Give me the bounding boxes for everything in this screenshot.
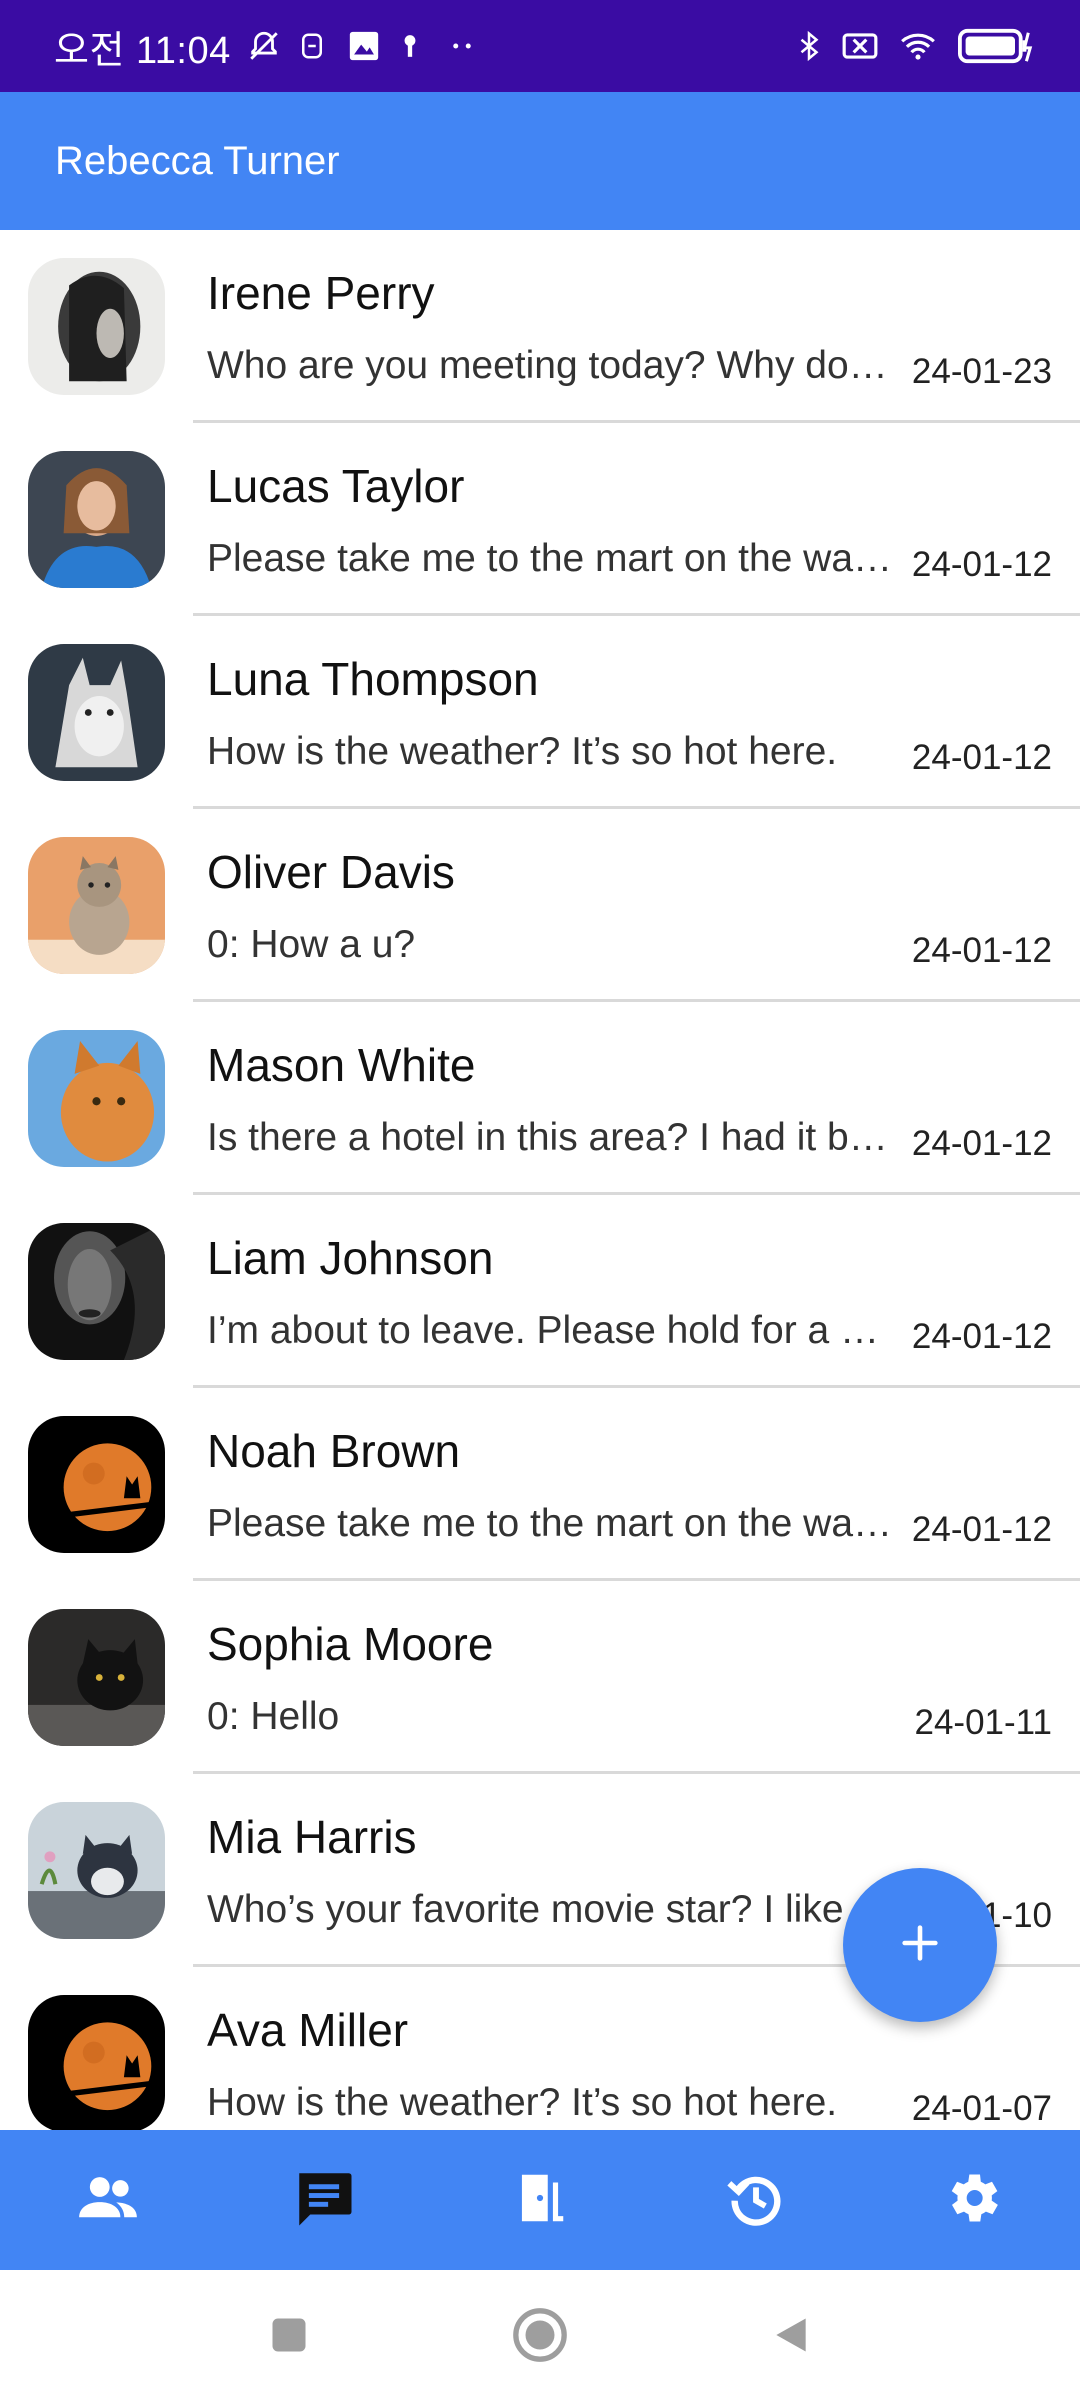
chat-row[interactable]: Lucas Taylor Please take me to the mart … [0, 423, 1080, 616]
chat-name: Lucas Taylor [207, 460, 465, 512]
chat-name: Luna Thompson [207, 653, 539, 705]
chat-preview: How is the weather? It’s so hot here. [207, 2081, 838, 2124]
plus-icon [897, 1920, 943, 1971]
chat-name: Ava Miller [207, 2004, 409, 2056]
battery-charging-icon [956, 27, 1036, 65]
chat-name: Irene Perry [207, 267, 435, 319]
chat-row[interactable]: Liam Johnson I’m about to leave. Please … [0, 1195, 1080, 1388]
chat-preview: Please take me to the mart on the way ho… [207, 1502, 897, 1545]
chat-preview: I’m about to leave. Please hold for a mo… [207, 1309, 897, 1352]
no-sim-icon [840, 27, 880, 65]
avatar [28, 1030, 165, 1167]
new-chat-fab[interactable] [843, 1868, 997, 2022]
nav-friends[interactable] [0, 2130, 216, 2270]
avatar [28, 1223, 165, 1360]
chat-preview: 0: How a u? [207, 923, 416, 966]
chat-name: Mia Harris [207, 1811, 417, 1863]
sim-icon [297, 29, 331, 63]
gallery-icon [347, 29, 381, 63]
nav-rooms[interactable] [432, 2130, 648, 2270]
chat-date: 24-01-12 [911, 1124, 1052, 1163]
chat-preview: Please take me to the mart on the way ho… [207, 537, 897, 580]
chat-name: Mason White [207, 1039, 476, 1091]
nav-history[interactable] [648, 2130, 864, 2270]
chat-preview: Who are you meeting today? Why don't you… [207, 344, 897, 387]
chat-icon [291, 2165, 357, 2236]
status-bar: 오전 11:04 [0, 0, 1080, 92]
avatar [28, 837, 165, 974]
mute-icon [247, 29, 281, 63]
app-bar: Rebecca Turner [0, 92, 1080, 230]
chat-row[interactable]: Irene Perry Who are you meeting today? W… [0, 230, 1080, 423]
people-icon [75, 2165, 141, 2236]
app-title: Rebecca Turner [55, 138, 340, 183]
settings-icon [940, 2166, 1004, 2235]
chat-row[interactable]: Noah Brown Please take me to the mart on… [0, 1388, 1080, 1581]
status-time: 오전 11:04 [54, 29, 231, 72]
chat-date: 24-01-12 [911, 545, 1052, 584]
chat-list[interactable]: Irene Perry Who are you meeting today? W… [0, 230, 1080, 2130]
avatar [28, 1609, 165, 1746]
avatar [28, 1995, 165, 2130]
chat-date: 24-01-12 [911, 738, 1052, 777]
more-dots-icon [447, 29, 481, 63]
nav-settings[interactable] [864, 2130, 1080, 2270]
chat-date: 24-01-12 [911, 931, 1052, 970]
bottom-nav [0, 2130, 1080, 2270]
chat-date: 24-01-12 [911, 1317, 1052, 1356]
chat-row[interactable]: Luna Thompson How is the weather? It’s s… [0, 616, 1080, 809]
chat-date: 24-01-12 [911, 1510, 1052, 1549]
chat-date: 24-01-07 [911, 2089, 1052, 2128]
back-button[interactable] [769, 2313, 813, 2357]
chat-row[interactable]: Mason White Is there a hotel in this are… [0, 1002, 1080, 1195]
recents-button[interactable] [267, 2313, 311, 2357]
home-button[interactable] [511, 2306, 569, 2364]
avatar [28, 1802, 165, 1939]
chat-preview: 0: Hello [207, 1695, 340, 1738]
chat-name: Noah Brown [207, 1425, 461, 1477]
avatar [28, 451, 165, 588]
nav-chats[interactable] [216, 2130, 432, 2270]
avatar [28, 644, 165, 781]
chat-preview: How is the weather? It’s so hot here. [207, 730, 838, 773]
chat-row[interactable]: Oliver Davis 0: How a u? 24-01-12 [0, 809, 1080, 1002]
status-right [794, 27, 1036, 65]
wifi-icon [896, 27, 940, 65]
bluetooth-icon [794, 27, 824, 65]
avatar [28, 258, 165, 395]
chat-preview: Is there a hotel in this area? I had it … [207, 1116, 897, 1159]
chat-preview: Who’s your favorite movie star? I like [207, 1888, 844, 1931]
system-nav-bar [0, 2270, 1080, 2400]
history-icon [724, 2166, 788, 2235]
chat-date: 24-01-11 [914, 1703, 1052, 1742]
chat-name: Liam Johnson [207, 1232, 494, 1284]
avatar [28, 1416, 165, 1553]
chat-name: Sophia Moore [207, 1618, 494, 1670]
chat-date: 24-01-23 [911, 352, 1052, 391]
key-icon [397, 29, 431, 63]
chat-name: Oliver Davis [207, 846, 455, 898]
status-left: 오전 11:04 [54, 19, 481, 74]
door-icon [509, 2167, 571, 2234]
chat-row[interactable]: Sophia Moore 0: Hello 24-01-11 [0, 1581, 1080, 1774]
